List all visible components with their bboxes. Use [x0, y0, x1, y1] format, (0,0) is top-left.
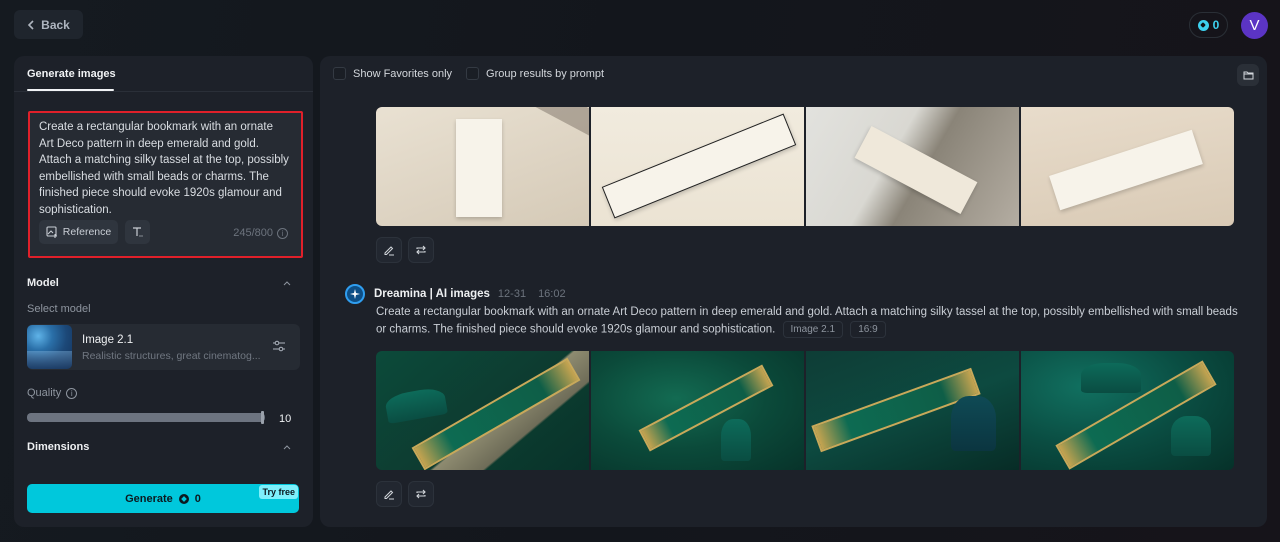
regenerate-icon [416, 489, 426, 499]
settings-sliders-icon[interactable] [272, 339, 286, 353]
reference-button[interactable]: Reference [39, 220, 118, 244]
generate-cost: 0 [194, 492, 201, 505]
generation-2-prompt: Create a rectangular bookmark with an or… [376, 304, 1246, 338]
show-favorites-filter[interactable]: Show Favorites only [333, 67, 452, 80]
credits-value: 0 [1212, 18, 1220, 32]
prompt-textarea[interactable]: Create a rectangular bookmark with an or… [39, 119, 289, 215]
back-button[interactable]: Back [14, 10, 83, 39]
info-icon[interactable]: i [277, 227, 288, 239]
generate-panel: Generate images Create a rectangular boo… [14, 56, 313, 527]
aspect-ratio-tag: 16:9 [850, 320, 886, 338]
model-selector[interactable]: Image 2.1 Realistic structures, great ci… [27, 324, 300, 370]
model-section-title: Model [27, 277, 59, 289]
generation-time: 16:02 [538, 288, 566, 300]
model-description: Realistic structures, great cinematog... [82, 350, 261, 362]
tab-generate-images[interactable]: Generate images [27, 68, 116, 80]
result-image[interactable] [376, 351, 589, 470]
generate-label: Generate [125, 492, 173, 505]
char-counter: 245/800 i [233, 227, 288, 239]
text-style-button[interactable] [125, 220, 150, 244]
chevron-left-icon [28, 19, 34, 30]
select-model-label: Select model [27, 303, 91, 315]
text-format-icon [132, 227, 143, 237]
result-image[interactable] [806, 107, 1019, 226]
regenerate-button[interactable] [408, 481, 434, 507]
info-icon[interactable]: i [66, 387, 78, 399]
bot-name: Dreamina | AI images [374, 288, 490, 300]
model-thumbnail [27, 325, 72, 369]
edit-prompt-button[interactable] [376, 481, 402, 507]
prompt-input-box[interactable]: Create a rectangular bookmark with an or… [28, 111, 303, 258]
user-avatar[interactable]: V [1241, 12, 1268, 39]
regenerate-button[interactable] [408, 237, 434, 263]
model-tag: Image 2.1 [782, 320, 844, 338]
quality-label-text: Quality [27, 387, 62, 399]
quality-slider[interactable] [27, 413, 265, 422]
pencil-icon [384, 246, 394, 256]
regenerate-icon [416, 245, 426, 255]
result-image[interactable] [1021, 107, 1234, 226]
result-image[interactable] [376, 107, 589, 226]
credits-balance[interactable]: 0 [1189, 12, 1228, 38]
pencil-icon [384, 490, 394, 500]
tab-bar: Generate images [14, 56, 313, 92]
generation-2-images [376, 351, 1234, 470]
generation-2-header: Dreamina | AI images 12-31 16:02 [345, 284, 566, 304]
folder-button[interactable] [1237, 64, 1259, 86]
credit-coin-icon [178, 493, 189, 504]
model-name: Image 2.1 [82, 334, 134, 346]
group-by-prompt-filter[interactable]: Group results by prompt [466, 67, 604, 80]
generation-1-actions [376, 237, 434, 263]
generate-button[interactable]: Generate 0 Try free [27, 484, 299, 513]
filter-row: Show Favorites only Group results by pro… [333, 67, 604, 80]
image-reference-icon [46, 226, 57, 238]
result-image[interactable] [591, 351, 804, 470]
back-label: Back [41, 17, 70, 32]
show-favorites-checkbox[interactable] [333, 67, 346, 80]
quality-value: 10 [279, 413, 292, 425]
chevron-up-icon[interactable] [283, 280, 291, 286]
credit-coin-icon [1197, 19, 1209, 31]
results-panel: Show Favorites only Group results by pro… [320, 56, 1267, 527]
dreamina-bot-icon [345, 284, 365, 304]
group-by-prompt-label: Group results by prompt [486, 67, 605, 80]
chevron-up-icon[interactable] [283, 444, 291, 450]
try-free-badge: Try free [259, 485, 298, 499]
result-image[interactable] [1021, 351, 1234, 470]
generation-1-images [376, 107, 1234, 226]
folder-icon [1243, 71, 1253, 80]
dimensions-section-title: Dimensions [27, 441, 90, 453]
avatar-initial: V [1249, 17, 1260, 34]
reference-label: Reference [62, 226, 112, 238]
quality-slider-handle[interactable] [261, 411, 264, 424]
edit-prompt-button[interactable] [376, 237, 402, 263]
generation-2-actions [376, 481, 434, 507]
result-image[interactable] [591, 107, 804, 226]
generation-date: 12-31 [497, 288, 527, 300]
tab-active-indicator [27, 89, 114, 91]
group-by-prompt-checkbox[interactable] [466, 67, 480, 80]
quality-label: Quality i [27, 387, 78, 399]
result-image[interactable] [806, 351, 1019, 470]
show-favorites-label: Show Favorites only [353, 67, 453, 80]
char-count-value: 245/800 [233, 227, 273, 239]
